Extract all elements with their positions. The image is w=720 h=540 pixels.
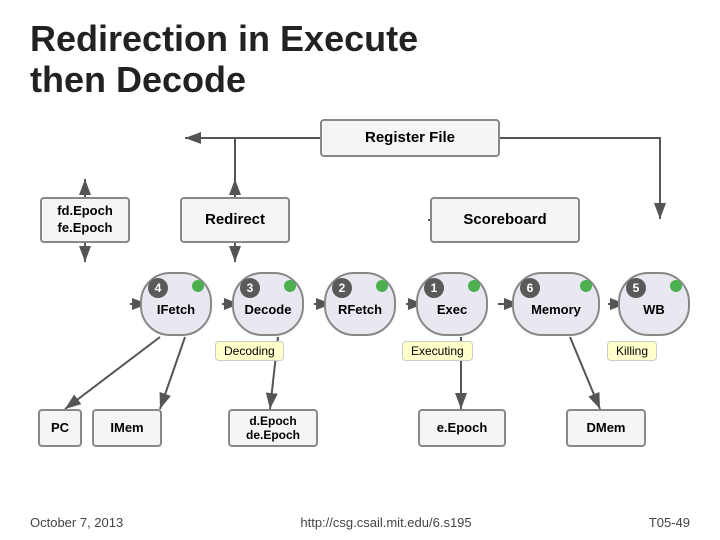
fd-epoch-box: fd.Epoch fe.Epoch: [40, 197, 130, 243]
footer: October 7, 2013 http://csg.csail.mit.edu…: [30, 515, 690, 530]
redirect-box: Redirect: [180, 197, 290, 243]
register-file-box: Register File: [320, 119, 500, 157]
fd-epoch-line2: fe.Epoch: [58, 220, 113, 237]
register-file-label: Register File: [365, 129, 455, 146]
stage-decode-num: 3: [240, 278, 260, 298]
stage-memory-label: Memory: [531, 302, 581, 317]
slide: Redirection in Execute then Decode: [0, 0, 720, 540]
stage-wb-label: WB: [643, 302, 665, 317]
scoreboard-box: Scoreboard: [430, 197, 580, 243]
slide-title: Redirection in Execute then Decode: [30, 18, 690, 101]
e-epoch-label: e.Epoch: [437, 420, 488, 435]
stage-wb: 5 WB: [618, 272, 690, 336]
stage-exec-dot: [468, 280, 480, 292]
stage-ifetch-dot: [192, 280, 204, 292]
stage-memory-dot: [580, 280, 592, 292]
killing-label: Killing: [607, 341, 657, 361]
stage-decode-label: Decode: [245, 302, 292, 317]
footer-url: http://csg.csail.mit.edu/6.s195: [300, 515, 471, 530]
stage-wb-dot: [670, 280, 682, 292]
stage-wb-num: 5: [626, 278, 646, 298]
d-epoch-line1: d.Epoch: [249, 414, 296, 428]
fd-epoch-line1: fd.Epoch: [57, 203, 113, 220]
d-epoch-box: d.Epoch de.Epoch: [228, 409, 318, 447]
pc-label: PC: [51, 420, 69, 435]
scoreboard-label: Scoreboard: [463, 211, 546, 228]
stage-memory-num: 6: [520, 278, 540, 298]
e-epoch-box: e.Epoch: [418, 409, 506, 447]
stage-exec: 1 Exec: [416, 272, 488, 336]
title-line2: then Decode: [30, 59, 246, 100]
stage-rfetch-dot: [376, 280, 388, 292]
title-line1: Redirection in Execute: [30, 18, 418, 59]
stage-exec-label: Exec: [437, 302, 467, 317]
stage-rfetch-num: 2: [332, 278, 352, 298]
redirect-label: Redirect: [205, 211, 265, 228]
d-epoch-line2: de.Epoch: [246, 428, 300, 442]
stage-decode-dot: [284, 280, 296, 292]
stage-ifetch: 4 IFetch: [140, 272, 212, 336]
dmem-label: DMem: [586, 420, 625, 435]
stage-exec-num: 1: [424, 278, 444, 298]
footer-slide: T05-49: [649, 515, 690, 530]
stage-ifetch-label: IFetch: [157, 302, 195, 317]
executing-label: Executing: [402, 341, 473, 361]
dmem-box: DMem: [566, 409, 646, 447]
stage-rfetch-label: RFetch: [338, 302, 382, 317]
pc-box: PC: [38, 409, 82, 447]
decoding-label: Decoding: [215, 341, 284, 361]
diagram: Register File fd.Epoch fe.Epoch Redirect…: [30, 119, 690, 479]
imem-label: IMem: [110, 420, 143, 435]
footer-date: October 7, 2013: [30, 515, 123, 530]
stage-rfetch: 2 RFetch: [324, 272, 396, 336]
imem-box: IMem: [92, 409, 162, 447]
stage-memory: 6 Memory: [512, 272, 600, 336]
stage-ifetch-num: 4: [148, 278, 168, 298]
stage-decode: 3 Decode: [232, 272, 304, 336]
